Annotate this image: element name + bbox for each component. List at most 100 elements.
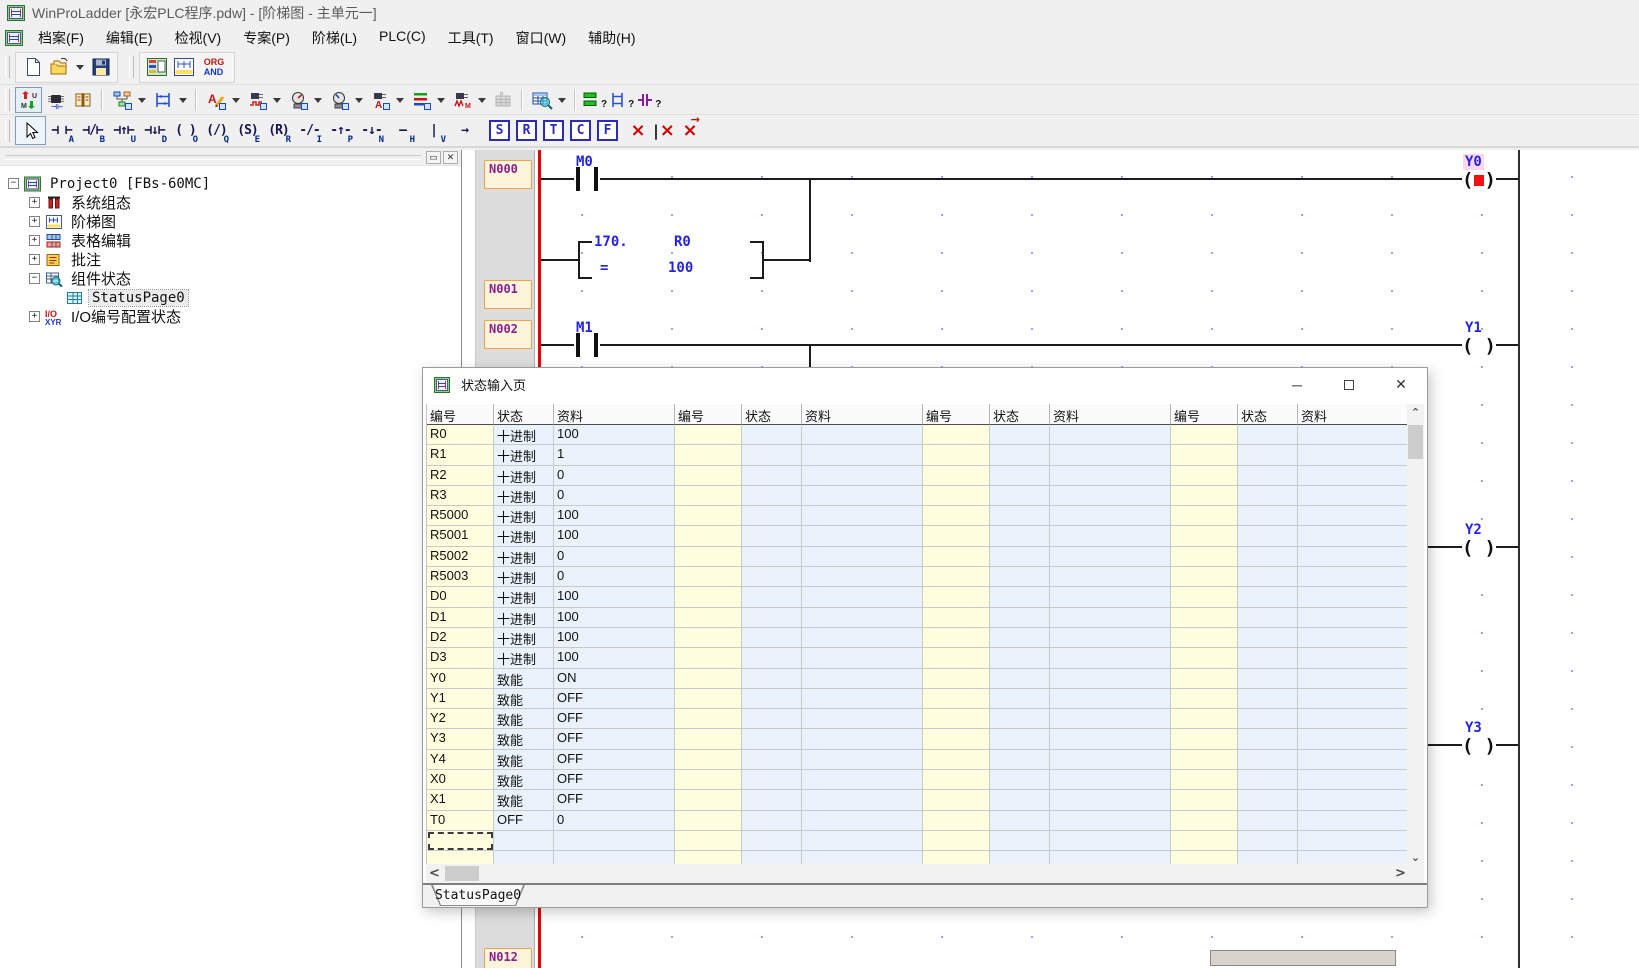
ladder-edit-button[interactable]: [170, 54, 197, 80]
status-cell[interactable]: [1171, 811, 1238, 831]
status-cell[interactable]: [990, 445, 1050, 465]
status-cell[interactable]: [923, 669, 990, 689]
status-cell[interactable]: [1171, 648, 1238, 668]
status-cell[interactable]: Y2: [427, 709, 494, 729]
status-cell[interactable]: [675, 466, 742, 486]
column-header[interactable]: 状态: [1238, 404, 1298, 425]
status-cell[interactable]: [742, 689, 802, 709]
project-structure-button[interactable]: [108, 87, 135, 113]
status-cell[interactable]: OFF: [554, 709, 675, 729]
status-cell[interactable]: [802, 689, 923, 709]
status-cell[interactable]: [802, 669, 923, 689]
status-cell[interactable]: [1171, 486, 1238, 506]
io-wave-monitor-button[interactable]: [243, 87, 270, 113]
status-cell[interactable]: 100: [554, 526, 675, 546]
toolbar-grip[interactable]: [5, 89, 10, 111]
status-cell[interactable]: [1050, 445, 1171, 465]
status-cell[interactable]: [990, 587, 1050, 607]
instruction-tool-T[interactable]: T: [543, 120, 564, 141]
status-cell[interactable]: D0: [427, 587, 494, 607]
status-cell[interactable]: [923, 729, 990, 749]
tree-item-system-config[interactable]: +系统组态: [8, 193, 461, 212]
status-cell[interactable]: [802, 709, 923, 729]
status-cell[interactable]: [742, 567, 802, 587]
status-cell[interactable]: [990, 831, 1050, 851]
status-cell[interactable]: [1050, 750, 1171, 770]
status-cell[interactable]: [742, 790, 802, 810]
status-cell[interactable]: [1238, 770, 1298, 790]
status-cell[interactable]: [742, 486, 802, 506]
meter-monitor-button[interactable]: [284, 87, 311, 113]
status-cell[interactable]: [1171, 669, 1238, 689]
status-cell[interactable]: [1171, 790, 1238, 810]
status-cell[interactable]: [1298, 526, 1418, 546]
status-cell[interactable]: [1171, 628, 1238, 648]
status-cell[interactable]: 致能: [494, 709, 554, 729]
column-header[interactable]: 编号: [1171, 404, 1238, 425]
status-cell[interactable]: X0: [427, 770, 494, 790]
tree-item-ladder-diagram[interactable]: +阶梯图: [8, 212, 461, 231]
status-cell[interactable]: [802, 567, 923, 587]
vertical-scroll-thumb[interactable]: [1408, 425, 1423, 459]
status-cell[interactable]: 0: [554, 811, 675, 831]
ladder-network-button[interactable]: [149, 87, 176, 113]
close-button[interactable]: ✕: [1375, 368, 1427, 401]
status-cell[interactable]: [1238, 790, 1298, 810]
status-cell[interactable]: [990, 547, 1050, 567]
ladder-tool-B[interactable]: ⊣/⊢B: [77, 116, 108, 145]
status-cell[interactable]: [923, 770, 990, 790]
status-cell[interactable]: [990, 729, 1050, 749]
status-cell[interactable]: [990, 648, 1050, 668]
status-cell[interactable]: [923, 648, 990, 668]
save-button[interactable]: [87, 54, 114, 80]
status-cell[interactable]: [923, 547, 990, 567]
status-cell[interactable]: [923, 750, 990, 770]
status-cell[interactable]: 0: [554, 466, 675, 486]
status-cell[interactable]: [990, 750, 1050, 770]
status-cell[interactable]: [923, 608, 990, 628]
menu-item-help[interactable]: 辅助(H): [577, 25, 646, 51]
status-cell[interactable]: [742, 811, 802, 831]
status-cell[interactable]: [1050, 648, 1171, 668]
tree-item-comment[interactable]: +批注: [8, 250, 461, 269]
status-cell[interactable]: [1050, 709, 1171, 729]
status-cell[interactable]: [1238, 648, 1298, 668]
status-cell[interactable]: [990, 567, 1050, 587]
status-cell[interactable]: [675, 790, 742, 810]
rung-label-n001[interactable]: N001: [484, 280, 532, 309]
status-cell[interactable]: 100: [554, 648, 675, 668]
status-cell[interactable]: [802, 831, 923, 851]
status-cell[interactable]: [1171, 689, 1238, 709]
ladder-tool-H[interactable]: —H: [387, 116, 418, 145]
status-cell[interactable]: [675, 608, 742, 628]
status-cell[interactable]: [923, 466, 990, 486]
status-cell[interactable]: 0: [554, 567, 675, 587]
pointer-tool-button[interactable]: [15, 116, 46, 145]
status-cell[interactable]: [1238, 466, 1298, 486]
analog-input-dropdown[interactable]: [393, 87, 407, 113]
status-cell[interactable]: OFF: [554, 689, 675, 709]
status-cell[interactable]: [923, 567, 990, 587]
status-cell[interactable]: [675, 506, 742, 526]
status-cell[interactable]: [675, 811, 742, 831]
status-cell[interactable]: [802, 628, 923, 648]
compare-right-operand[interactable]: 100: [668, 260, 693, 276]
column-header[interactable]: 资料: [554, 404, 675, 425]
status-cell[interactable]: [742, 750, 802, 770]
status-cell[interactable]: [990, 669, 1050, 689]
ladder-tool-R[interactable]: (R)R: [263, 116, 294, 145]
status-cell[interactable]: [1298, 486, 1418, 506]
status-cell[interactable]: [802, 506, 923, 526]
status-cell[interactable]: OFF: [554, 750, 675, 770]
column-header[interactable]: 资料: [802, 404, 923, 425]
status-cell[interactable]: [923, 689, 990, 709]
status-cell[interactable]: [802, 425, 923, 445]
status-cell[interactable]: T0: [427, 811, 494, 831]
vertical-scrollbar[interactable]: ⌃ ⌄: [1407, 404, 1424, 866]
status-cell[interactable]: 致能: [494, 689, 554, 709]
status-cell[interactable]: [990, 608, 1050, 628]
ladder-tool-V[interactable]: |V: [418, 116, 449, 145]
status-cell[interactable]: [990, 628, 1050, 648]
status-cell[interactable]: [675, 689, 742, 709]
status-cell[interactable]: Y4: [427, 750, 494, 770]
